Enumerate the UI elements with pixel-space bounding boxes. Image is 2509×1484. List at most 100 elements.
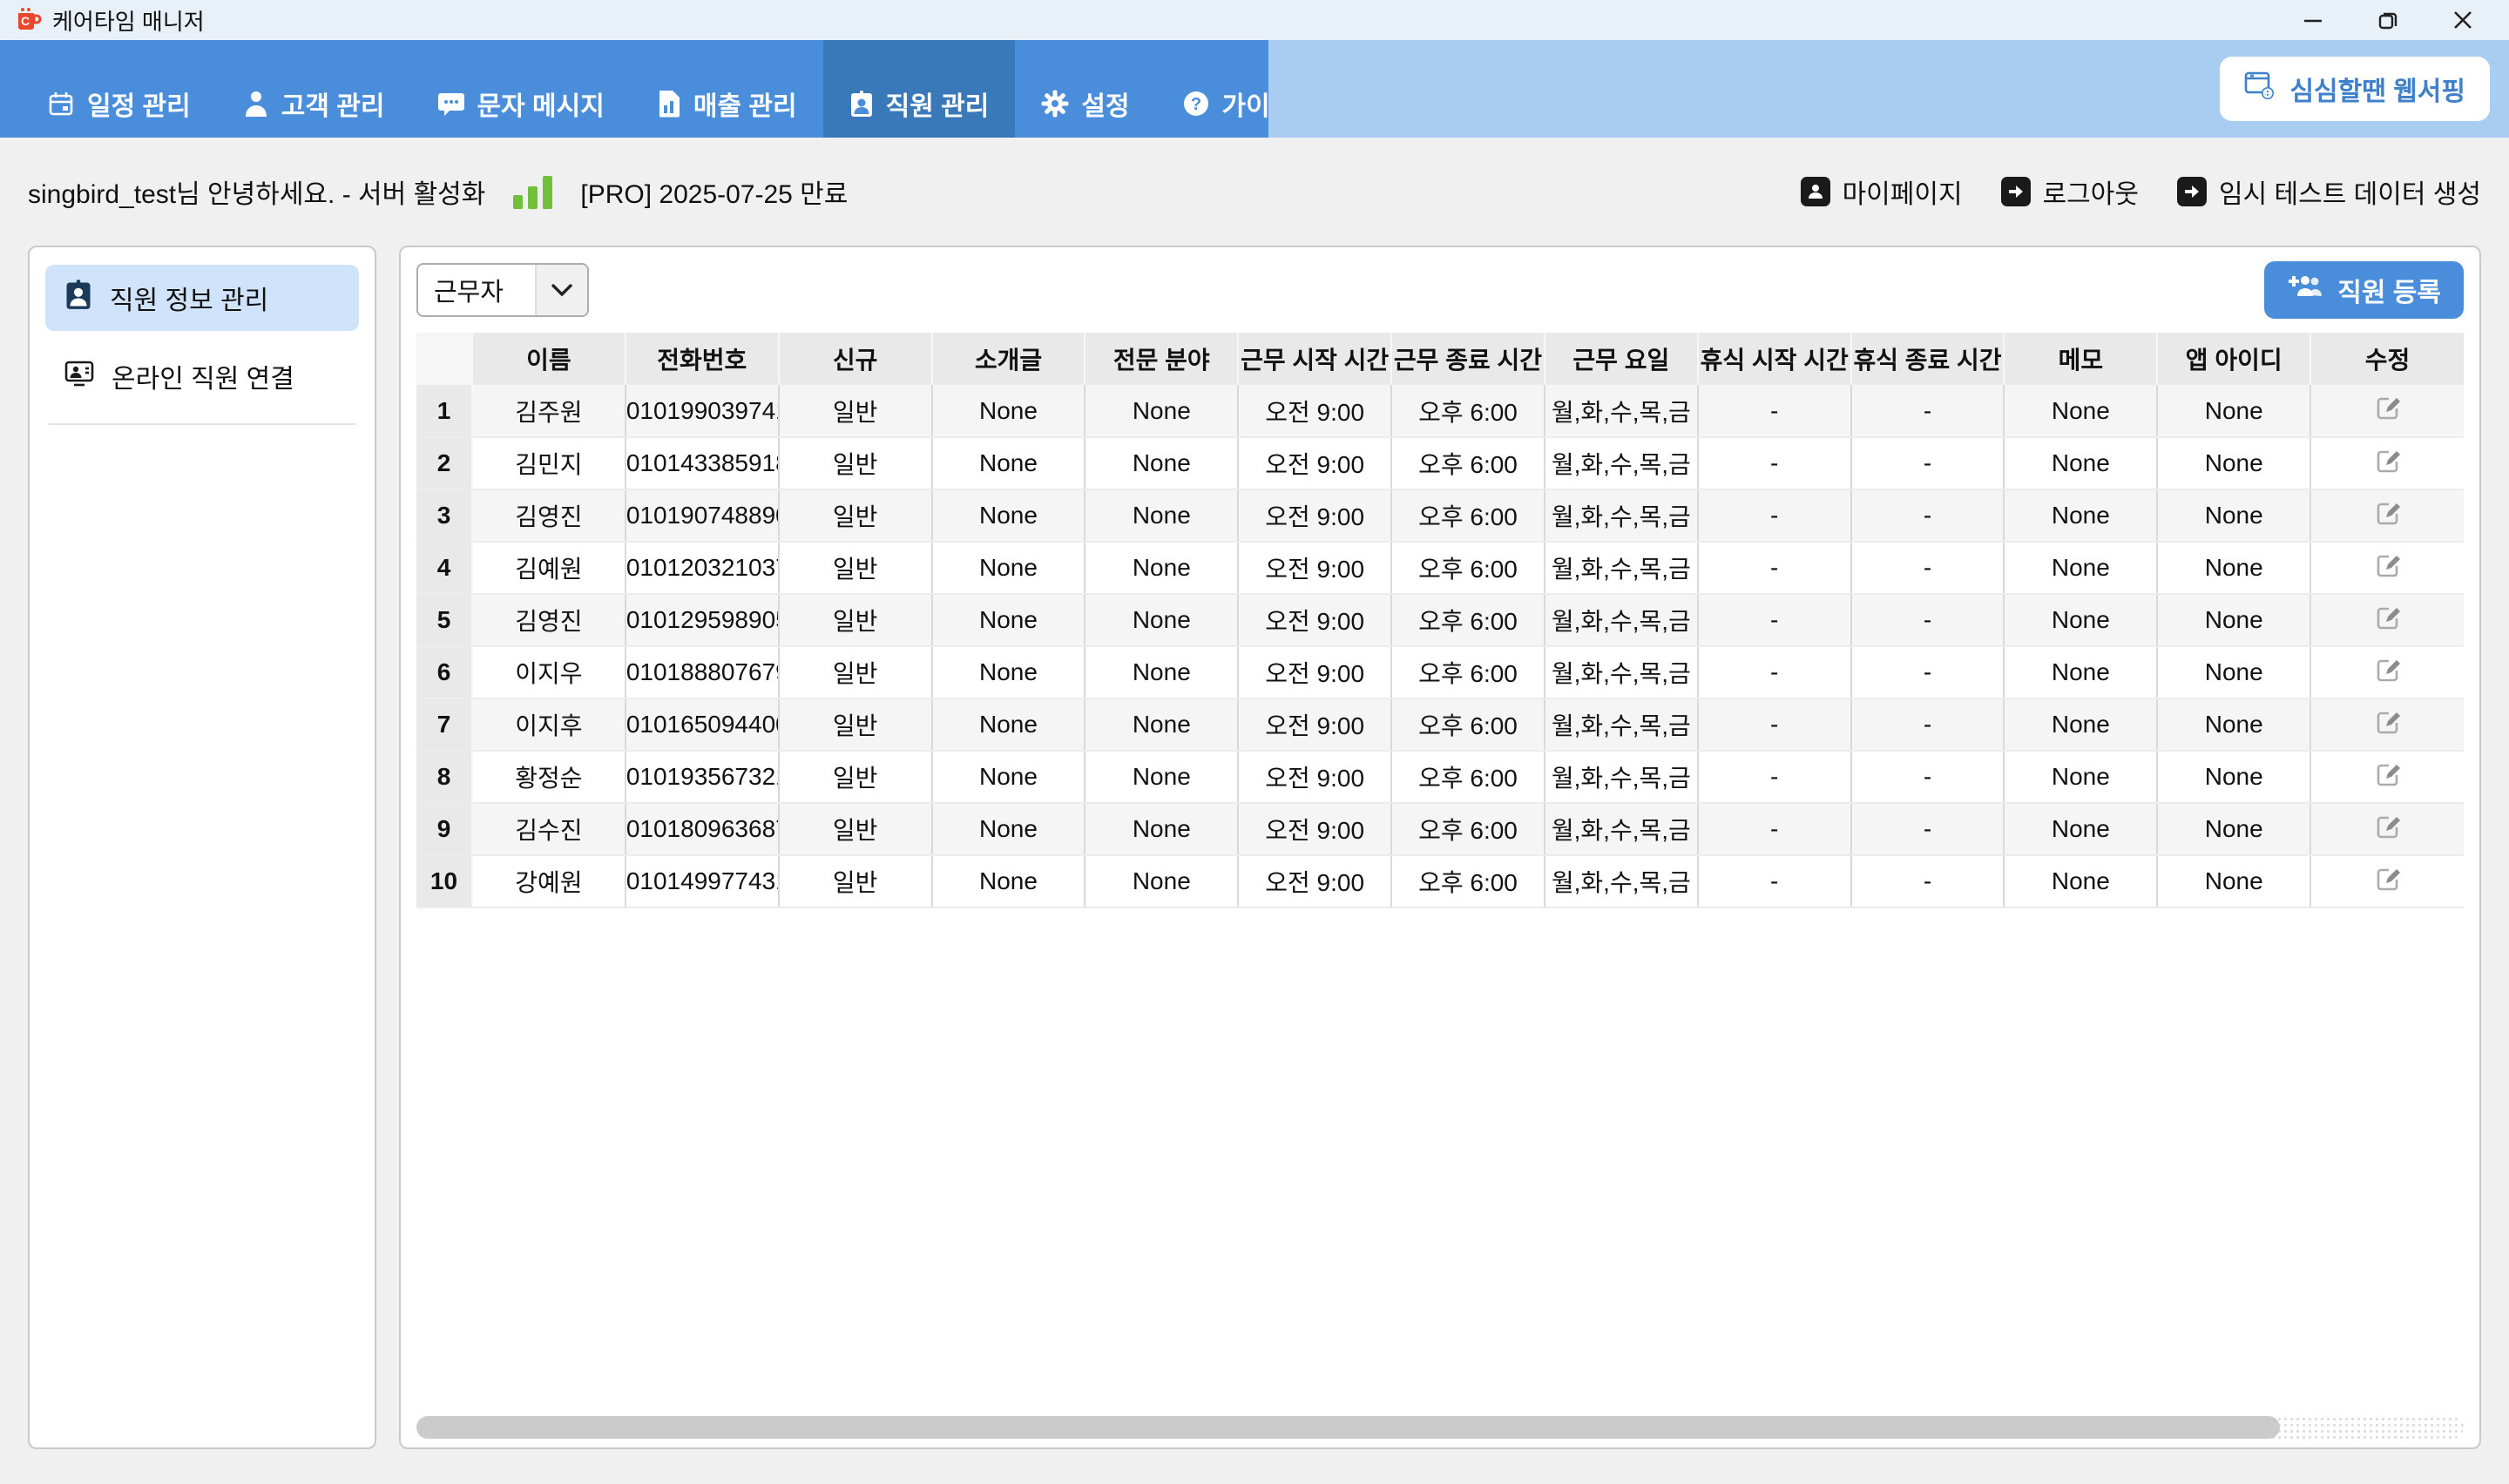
cell-specialty: None xyxy=(1085,751,1238,803)
cell-memo: None xyxy=(2004,385,2157,437)
cell-work_start: 오전 9:00 xyxy=(1238,542,1391,594)
row-number-header xyxy=(416,333,472,385)
generate-test-data-link[interactable]: 임시 테스트 데이터 생성 xyxy=(2177,172,2481,211)
cell-work_end: 오후 6:00 xyxy=(1391,489,1545,542)
cell-intro: None xyxy=(932,646,1085,698)
cell-phone: 010199039741 xyxy=(626,385,779,437)
worker-filter-select[interactable]: 근무자 xyxy=(416,263,589,317)
minimize-button[interactable] xyxy=(2276,0,2350,40)
sidebar-item-online-employee[interactable]: 온라인 직원 연결 xyxy=(45,343,359,409)
row-number: 7 xyxy=(416,698,472,751)
table-row: 1김주원010199039741일반NoneNone오전 9:00오후 6:00… xyxy=(416,385,2464,437)
tab-employees[interactable]: 직원 관리 xyxy=(823,40,1016,138)
cell-break_end: - xyxy=(1851,594,2005,646)
nav-tabs: 일정 관리 고객 관리 문자 메시지 매출 xyxy=(0,40,1268,138)
edit-icon[interactable] xyxy=(2375,657,2401,683)
edit-icon[interactable] xyxy=(2375,395,2401,421)
cell-intro: None xyxy=(932,751,1085,803)
register-employee-button[interactable]: 직원 등록 xyxy=(2264,261,2464,319)
edit-icon[interactable] xyxy=(2375,709,2401,735)
edit-icon[interactable] xyxy=(2375,604,2401,631)
cell-break_start: - xyxy=(1698,385,1851,437)
cell-work_days: 월,화,수,목,금 xyxy=(1545,437,1698,489)
column-header: 전화번호 xyxy=(626,333,779,385)
column-header: 수정 xyxy=(2310,333,2464,385)
web-surfing-button[interactable]: 심심할땐 웹서핑 xyxy=(2220,57,2490,121)
tab-settings[interactable]: 설정 xyxy=(1015,40,1155,138)
cell-work_days: 월,화,수,목,금 xyxy=(1545,594,1698,646)
cell-break_end: - xyxy=(1851,698,2005,751)
cell-app_id: None xyxy=(2157,594,2310,646)
cell-break_start: - xyxy=(1698,751,1851,803)
row-number: 4 xyxy=(416,542,472,594)
table-row: 9김수진010180963687일반NoneNone오전 9:00오후 6:00… xyxy=(416,803,2464,855)
column-header: 소개글 xyxy=(932,333,1085,385)
cell-break_start: - xyxy=(1698,437,1851,489)
table-row: 10강예원010149977431일반NoneNone오전 9:00오후 6:0… xyxy=(416,855,2464,907)
generate-data-label: 임시 테스트 데이터 생성 xyxy=(2219,172,2481,211)
cell-work_end: 오후 6:00 xyxy=(1391,437,1545,489)
cell-break_end: - xyxy=(1851,751,2005,803)
chat-icon xyxy=(437,90,465,118)
column-header: 신규 xyxy=(779,333,932,385)
scrollbar-thumb[interactable] xyxy=(416,1416,2280,1439)
edit-icon[interactable] xyxy=(2375,448,2401,474)
column-header: 근무 요일 xyxy=(1545,333,1698,385)
cell-memo: None xyxy=(2004,646,2157,698)
cell-work_end: 오후 6:00 xyxy=(1391,542,1545,594)
cell-type: 일반 xyxy=(779,594,932,646)
cell-break_start: - xyxy=(1698,855,1851,907)
cell-type: 일반 xyxy=(779,855,932,907)
cell-name: 김민지 xyxy=(472,437,626,489)
column-header: 메모 xyxy=(2004,333,2157,385)
column-header: 전문 분야 xyxy=(1085,333,1238,385)
greeting-text: singbird_test님 안녕하세요. - 서버 활성화 xyxy=(28,172,485,211)
cell-break_start: - xyxy=(1698,594,1851,646)
employee-panel: 근무자 직원 등록 이름전화번호신규소개글전문 분야근무 시작 시간근무 종료 … xyxy=(399,246,2481,1449)
calendar-icon xyxy=(47,90,75,118)
cell-phone: 010188807679 xyxy=(626,646,779,698)
tab-sales[interactable]: 매출 관리 xyxy=(631,40,823,138)
close-button[interactable] xyxy=(2425,0,2500,40)
id-badge-icon xyxy=(64,279,92,317)
cell-type: 일반 xyxy=(779,489,932,542)
row-number: 5 xyxy=(416,594,472,646)
cell-app_id: None xyxy=(2157,385,2310,437)
edit-icon[interactable] xyxy=(2375,813,2401,840)
sidebar-item-employee-info[interactable]: 직원 정보 관리 xyxy=(45,265,359,331)
app-logo-icon: C xyxy=(14,6,42,34)
browser-globe-icon xyxy=(2244,70,2276,108)
cell-break_end: - xyxy=(1851,855,2005,907)
table-row: 2김민지010143385918일반NoneNone오전 9:00오후 6:00… xyxy=(416,437,2464,489)
edit-cell xyxy=(2310,385,2464,437)
cell-phone: 010193567321 xyxy=(626,751,779,803)
id-badge-icon xyxy=(849,90,874,118)
logout-link[interactable]: 로그아웃 xyxy=(2001,172,2139,211)
cell-specialty: None xyxy=(1085,855,1238,907)
restore-button[interactable] xyxy=(2350,0,2425,40)
edit-cell xyxy=(2310,437,2464,489)
status-bar: singbird_test님 안녕하세요. - 서버 활성화 [PRO] 202… xyxy=(0,138,2509,246)
server-signal-icon xyxy=(513,174,552,209)
cell-work_start: 오전 9:00 xyxy=(1238,385,1391,437)
cell-app_id: None xyxy=(2157,803,2310,855)
tab-schedule[interactable]: 일정 관리 xyxy=(21,40,217,138)
tab-messages[interactable]: 문자 메시지 xyxy=(411,40,631,138)
cell-specialty: None xyxy=(1085,646,1238,698)
column-header: 근무 종료 시간 xyxy=(1391,333,1545,385)
cell-intro: None xyxy=(932,803,1085,855)
my-page-label: 마이페이지 xyxy=(1843,172,1963,211)
edit-icon[interactable] xyxy=(2375,500,2401,526)
edit-cell xyxy=(2310,803,2464,855)
horizontal-scrollbar[interactable] xyxy=(416,1416,2464,1439)
tab-customers[interactable]: 고객 관리 xyxy=(217,40,411,138)
main-area: 직원 정보 관리 온라인 직원 연결 근무자 xyxy=(0,246,2509,1449)
sidebar-item-label: 직원 정보 관리 xyxy=(110,279,268,317)
edit-icon[interactable] xyxy=(2375,866,2401,892)
my-page-link[interactable]: 마이페이지 xyxy=(1801,172,1963,211)
cell-work_start: 오전 9:00 xyxy=(1238,751,1391,803)
cell-phone: 010190748890 xyxy=(626,489,779,542)
edit-icon[interactable] xyxy=(2375,552,2401,578)
edit-icon[interactable] xyxy=(2375,761,2401,787)
web-surfing-label: 심심할땐 웹서핑 xyxy=(2289,70,2465,108)
